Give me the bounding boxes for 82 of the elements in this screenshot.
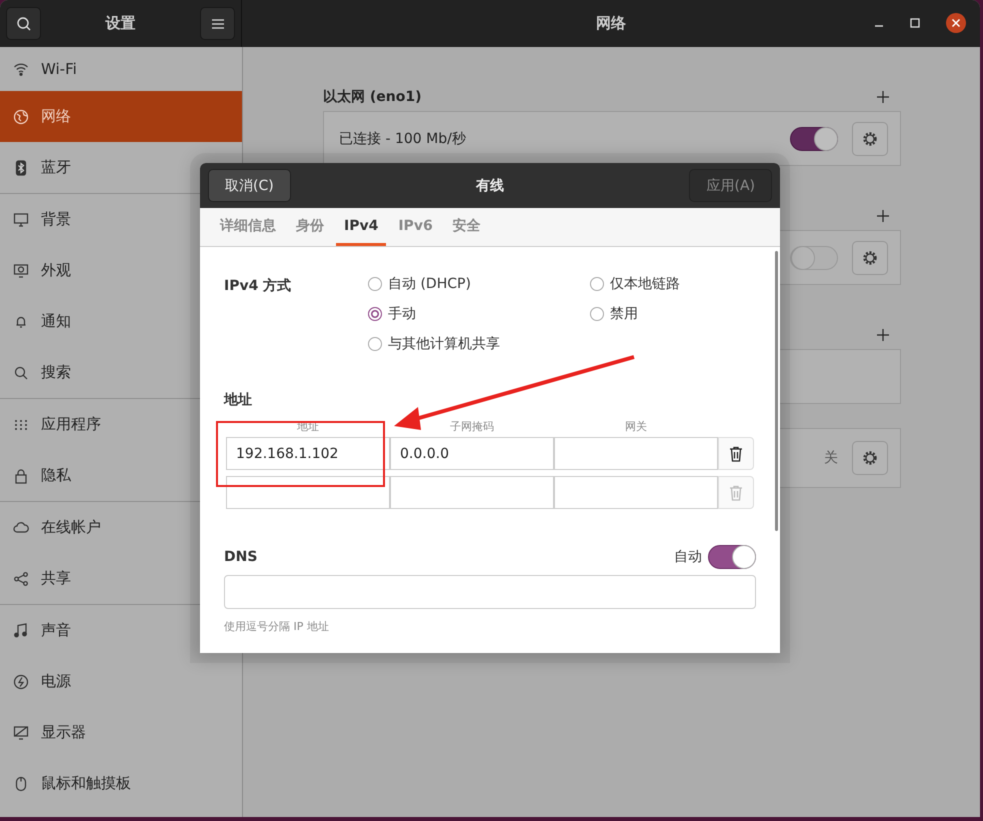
settings-icon bbox=[861, 130, 879, 148]
search-button[interactable] bbox=[6, 7, 41, 40]
mouse-icon bbox=[13, 776, 29, 792]
bluetooth-icon bbox=[13, 160, 29, 176]
radio-option[interactable]: 与其他计算机共享 bbox=[368, 335, 590, 353]
settings-icon bbox=[861, 248, 879, 266]
add-icon[interactable] bbox=[877, 329, 889, 341]
search-icon bbox=[13, 364, 29, 380]
settings-button[interactable] bbox=[852, 441, 888, 475]
search-icon bbox=[16, 16, 32, 32]
netmask-field[interactable] bbox=[390, 476, 554, 509]
sidebar-item[interactable]: 隐私 bbox=[0, 450, 196, 501]
add-icon[interactable] bbox=[877, 91, 889, 103]
monitor-icon bbox=[13, 212, 29, 228]
sidebar-item[interactable]: 网络 bbox=[0, 91, 242, 142]
radio-icon[interactable] bbox=[368, 277, 382, 291]
radio-option[interactable]: 禁用 bbox=[590, 305, 750, 323]
sidebar-item[interactable]: 声音 bbox=[0, 605, 196, 656]
sidebar-item[interactable]: 搜索 bbox=[0, 347, 196, 398]
connection-status: 已连接 - 100 Mb/秒 bbox=[339, 130, 466, 148]
hint-text: 使用逗号分隔 IP 地址 bbox=[224, 619, 330, 634]
close-icon[interactable] bbox=[946, 13, 966, 33]
gateway-field[interactable] bbox=[554, 476, 718, 509]
menu-icon bbox=[210, 18, 224, 30]
proxy-status: 关 bbox=[824, 449, 838, 467]
wifi-icon bbox=[13, 61, 29, 77]
sidebar-item[interactable]: 通知 bbox=[0, 296, 196, 347]
sidebar-item[interactable]: Wi-Fi bbox=[0, 47, 196, 91]
trash-icon bbox=[729, 484, 743, 500]
display-icon bbox=[13, 724, 29, 740]
toggle-switch[interactable] bbox=[708, 545, 756, 569]
scrollbar[interactable] bbox=[775, 251, 778, 531]
cloud-icon bbox=[13, 520, 29, 536]
radio-icon[interactable] bbox=[590, 307, 604, 321]
sidebar-item[interactable]: 在线帐户 bbox=[0, 502, 196, 553]
trash-icon bbox=[729, 446, 743, 462]
radio-option[interactable]: 自动 (DHCP) bbox=[368, 275, 590, 293]
settings-button[interactable] bbox=[852, 122, 888, 156]
radio-option[interactable]: 仅本地链路 bbox=[590, 275, 750, 293]
auto-label: 自动 bbox=[674, 548, 702, 566]
share-icon bbox=[13, 570, 29, 586]
settings-button[interactable] bbox=[852, 240, 888, 274]
sidebar-item[interactable]: 鼠标和触摸板 bbox=[0, 758, 196, 809]
column-header: 子网掩码 bbox=[449, 419, 495, 435]
sidebar-item[interactable]: 电源 bbox=[0, 656, 196, 707]
sidebar-item[interactable]: 应用程序 bbox=[0, 399, 196, 450]
dialog-title: 有线 bbox=[476, 176, 504, 194]
column-header: 网关 bbox=[624, 419, 648, 435]
maximize-icon[interactable] bbox=[910, 18, 920, 28]
lock-icon bbox=[13, 468, 29, 484]
radio-icon[interactable] bbox=[368, 307, 382, 321]
radio-option[interactable]: 手动 bbox=[368, 305, 590, 323]
sidebar-item[interactable]: 共享 bbox=[0, 553, 196, 604]
sidebar-item[interactable]: 背景 bbox=[0, 194, 196, 245]
netmask-field[interactable]: 0.0.0.0 bbox=[390, 437, 554, 470]
dns-field[interactable] bbox=[224, 575, 756, 609]
gateway-field[interactable] bbox=[554, 437, 718, 470]
cancel-button[interactable]: 取消(C) bbox=[208, 169, 291, 202]
sidebar-item[interactable]: 显示器 bbox=[0, 707, 196, 758]
method-label: IPv4 方式 bbox=[224, 276, 292, 296]
appearance-icon bbox=[13, 262, 29, 278]
sidebar-item[interactable]: 外观 bbox=[0, 245, 196, 296]
toggle-switch[interactable] bbox=[790, 126, 838, 150]
window-title: 网络 bbox=[596, 14, 626, 33]
delete-button[interactable] bbox=[718, 437, 754, 470]
power-icon bbox=[13, 674, 29, 690]
settings-icon bbox=[861, 449, 879, 467]
add-icon[interactable] bbox=[877, 210, 889, 222]
sidebar-item[interactable]: 蓝牙 bbox=[0, 142, 196, 193]
menu-button[interactable] bbox=[200, 7, 235, 40]
tab[interactable]: IPv4 bbox=[336, 208, 386, 246]
toggle-switch[interactable] bbox=[790, 246, 838, 270]
address-field[interactable] bbox=[226, 476, 390, 509]
sidebar-title: 设置 bbox=[106, 14, 136, 33]
note-icon bbox=[13, 622, 29, 638]
globe-icon bbox=[13, 108, 29, 124]
radio-icon[interactable] bbox=[368, 337, 382, 351]
section-title: 以太网 (eno1) bbox=[323, 88, 422, 106]
radio-icon[interactable] bbox=[590, 277, 604, 291]
address-field[interactable]: 192.168.1.102 bbox=[226, 437, 390, 470]
section-title: 地址 bbox=[224, 391, 253, 409]
dns-label: DNS bbox=[224, 549, 258, 565]
